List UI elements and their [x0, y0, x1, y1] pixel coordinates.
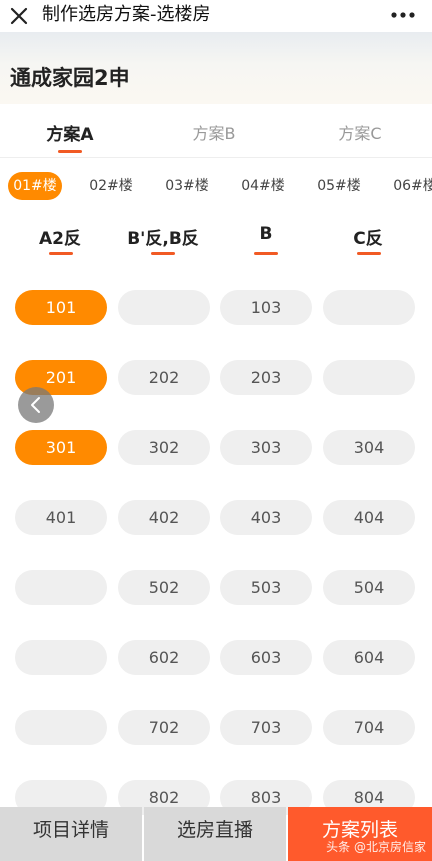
room-703[interactable]: 703	[220, 710, 312, 745]
room-302[interactable]: 302	[118, 430, 210, 465]
tab-active-underline	[58, 150, 82, 153]
room-empty	[15, 710, 107, 745]
room-603[interactable]: 603	[220, 640, 312, 675]
building-chip-05[interactable]: 05#楼	[312, 172, 366, 200]
unit-header-c-rev: C反	[353, 229, 383, 249]
room-402[interactable]: 402	[118, 500, 210, 535]
tab-plan-c[interactable]: 方案C	[334, 120, 386, 144]
room-103[interactable]: 103	[220, 290, 312, 325]
unit-header-a2: A2反	[39, 229, 81, 249]
room-504[interactable]: 504	[323, 570, 415, 605]
room-702[interactable]: 702	[118, 710, 210, 745]
building-chip-06[interactable]: 06#楼	[388, 172, 432, 200]
window-title: 制作选房方案-选楼房	[42, 4, 211, 25]
room-403[interactable]: 403	[220, 500, 312, 535]
room-404[interactable]: 404	[323, 500, 415, 535]
building-chip-01[interactable]: 01#楼	[8, 172, 62, 200]
building-chip-03[interactable]: 03#楼	[160, 172, 214, 200]
unit-header-b: B	[259, 224, 273, 244]
unit-underline	[151, 252, 175, 255]
room-704[interactable]: 704	[323, 710, 415, 745]
room-empty	[15, 640, 107, 675]
more-icon[interactable]	[388, 4, 418, 26]
plan-tabs: 方案A 方案B 方案C	[0, 110, 432, 158]
room-202[interactable]: 202	[118, 360, 210, 395]
watermark: 头条 @北京房信家	[326, 840, 426, 854]
room-502[interactable]: 502	[118, 570, 210, 605]
building-chip-04[interactable]: 04#楼	[236, 172, 290, 200]
room-empty	[323, 360, 415, 395]
tab-plan-a[interactable]: 方案A	[44, 120, 96, 145]
room-empty	[118, 290, 210, 325]
project-name: 通成家园2申	[10, 66, 130, 90]
room-empty	[323, 290, 415, 325]
unit-underline	[49, 252, 73, 255]
title-bar: 制作选房方案-选楼房	[0, 0, 432, 32]
room-401[interactable]: 401	[15, 500, 107, 535]
project-detail-button[interactable]: 项目详情	[0, 807, 142, 861]
room-503[interactable]: 503	[220, 570, 312, 605]
room-101[interactable]: 101	[15, 290, 107, 325]
unit-header-b-rev: B'反,B反	[127, 229, 199, 249]
live-selection-button[interactable]: 选房直播	[144, 807, 286, 861]
building-chip-02[interactable]: 02#楼	[84, 172, 138, 200]
room-604[interactable]: 604	[323, 640, 415, 675]
unit-underline	[254, 252, 278, 255]
room-empty	[15, 570, 107, 605]
bottom-action-bar: 项目详情 选房直播 方案列表 头条 @北京房信家	[0, 807, 432, 861]
room-301[interactable]: 301	[15, 430, 107, 465]
room-203[interactable]: 203	[220, 360, 312, 395]
close-icon[interactable]	[6, 3, 32, 29]
room-303[interactable]: 303	[220, 430, 312, 465]
unit-underline	[357, 252, 381, 255]
tab-plan-b[interactable]: 方案B	[188, 120, 240, 144]
room-602[interactable]: 602	[118, 640, 210, 675]
building-selector: 01#楼 02#楼 03#楼 04#楼 05#楼 06#楼	[0, 168, 432, 204]
chevron-left-icon	[31, 397, 40, 413]
back-float-button[interactable]	[18, 387, 54, 423]
room-304[interactable]: 304	[323, 430, 415, 465]
